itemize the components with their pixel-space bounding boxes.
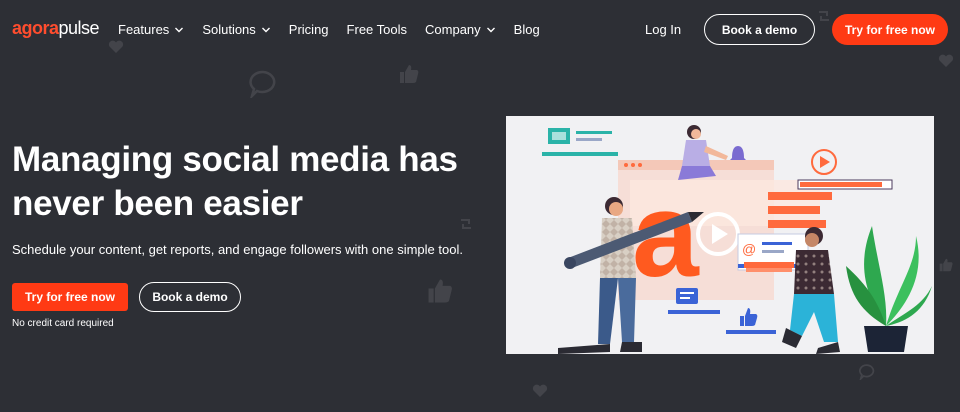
nav-features-label: Features (118, 22, 170, 37)
agorapulse-logo[interactable]: agorapulse (12, 18, 100, 39)
chevron-down-icon (486, 27, 495, 32)
hero-illustration: a @ (506, 116, 934, 354)
thumb-pattern-icon (400, 65, 419, 83)
chat-pattern-icon (249, 70, 276, 98)
page: agorapulse Features Solutions Pricing Fr… (0, 0, 960, 412)
heart-pattern-icon (532, 384, 548, 397)
plant-pot (864, 326, 908, 352)
nav-company[interactable]: Company (425, 22, 496, 37)
chat-icon (676, 288, 698, 304)
nav-solutions-label: Solutions (202, 22, 256, 37)
hero-subtitle: Schedule your content, get reports, and … (12, 242, 463, 257)
bell-icon (730, 146, 746, 160)
book-demo-nav-button[interactable]: Book a demo (704, 14, 815, 45)
top-nav: agorapulse Features Solutions Pricing Fr… (0, 0, 960, 60)
thumb-pattern-icon (428, 279, 452, 303)
nav-solutions[interactable]: Solutions (202, 22, 270, 37)
illustration-svg: a @ (542, 125, 932, 354)
nav-pricing[interactable]: Pricing (289, 22, 329, 37)
hero-title-line2: never been easier (12, 184, 303, 223)
nav-features[interactable]: Features (118, 22, 184, 37)
hero-title-line1: Managing social media has (12, 140, 458, 179)
chevron-down-icon (175, 27, 184, 32)
book-demo-button[interactable]: Book a demo (139, 282, 241, 312)
chat-pattern-icon (859, 364, 875, 380)
nav-company-label: Company (425, 22, 481, 37)
nav-blog-label: Blog (513, 22, 540, 37)
logo-pulse: pulse (58, 18, 100, 38)
nav-free-tools-label: Free Tools (346, 22, 408, 37)
login-link[interactable]: Log In (645, 22, 681, 37)
at-icon: @ (742, 241, 756, 257)
like-icon (740, 308, 758, 326)
try-free-button[interactable]: Try for free now (12, 283, 128, 311)
nav-blog[interactable]: Blog (514, 22, 540, 37)
nav-pricing-label: Pricing (288, 22, 329, 37)
nav-free-tools[interactable]: Free Tools (347, 22, 407, 37)
nav-links: Features Solutions Pricing Free Tools Co… (118, 22, 558, 37)
chevron-down-icon (261, 27, 270, 32)
logo-agora: agora (12, 18, 59, 38)
person-sitting (682, 140, 710, 166)
try-free-nav-button[interactable]: Try for free now (832, 14, 948, 45)
no-credit-card-note: No credit card required (12, 318, 114, 329)
hero-title: Managing social media has never been eas… (12, 138, 482, 226)
thumb-pattern-icon (939, 258, 953, 272)
